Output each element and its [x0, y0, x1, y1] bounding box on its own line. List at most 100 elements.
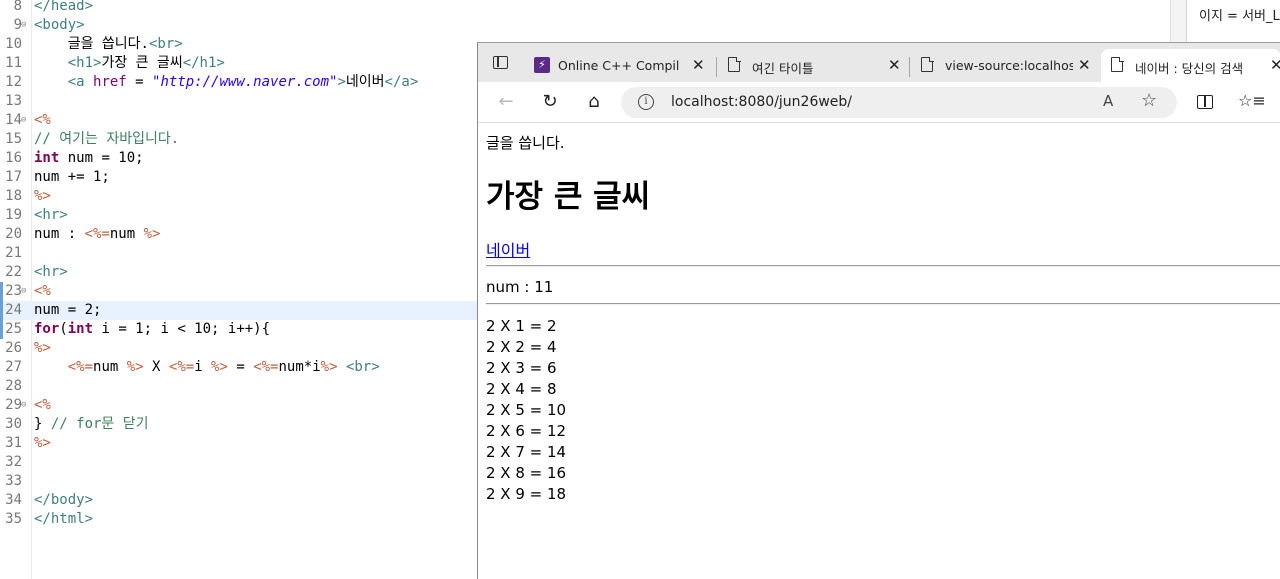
code-text: <% [34, 282, 51, 301]
code-text: for(int i = 1; i < 10; i++){ [34, 320, 270, 339]
code-token: num [93, 359, 127, 375]
fold-toggle-icon[interactable]: ⊖ [21, 396, 26, 415]
page-icon [728, 56, 744, 73]
line-number: 19 [5, 207, 22, 223]
code-token: num = 10; [59, 150, 144, 166]
change-marker [0, 282, 3, 301]
line-number: 9 [13, 17, 22, 33]
close-icon[interactable]: ✕ [1078, 56, 1091, 74]
reload-icon[interactable]: ↻ [538, 90, 562, 114]
multiplication-row: 2 X 1 = 2 [486, 317, 557, 335]
line-number: 31 [5, 435, 22, 451]
line-number: 29 [5, 397, 22, 413]
code-token: %> [126, 359, 144, 375]
code-token: <hr> [34, 264, 68, 280]
line-number: 8 [13, 0, 22, 14]
home-icon[interactable]: ⌂ [582, 90, 606, 114]
code-token: "http://www.naver.com" [152, 74, 338, 90]
code-token: <hr> [34, 207, 68, 223]
code-text: num = 2; [34, 301, 101, 320]
code-token: i [194, 359, 212, 375]
code-token: for [34, 321, 60, 337]
line-number: 28 [5, 378, 22, 394]
code-text: <hr> [34, 263, 68, 282]
code-token: X [143, 359, 169, 375]
address-bar[interactable]: i localhost:8080/jun26web/ A ☆ [621, 87, 1177, 118]
code-token: num [109, 226, 144, 242]
tab-label: Online C++ Compiler - [558, 58, 680, 73]
fold-toggle-icon[interactable]: ⊖ [21, 16, 26, 35]
line-number: 21 [5, 245, 22, 261]
page-viewport: 글을 씁니다. 가장 큰 글씨 네이버 num : 11 2 X 1 = 2 2 … [478, 123, 1280, 579]
tab-separator [909, 57, 910, 77]
line-number: 11 [5, 55, 22, 71]
code-token: %> [34, 340, 51, 356]
code-token: 글을 씁니다. [34, 36, 149, 52]
code-text: 글을 씁니다.<br> [34, 35, 183, 54]
code-token: <%= [84, 226, 110, 242]
code-text: %> [34, 434, 51, 453]
fold-toggle-icon[interactable]: ⊖ [21, 282, 26, 301]
tab-strip: ⚡ Online C++ Compiler - ✕ 여긴 타이틀 ✕ view-… [478, 43, 1280, 82]
read-aloud-icon[interactable]: A [1103, 92, 1113, 110]
tab-online-compiler[interactable]: ⚡ Online C++ Compiler - ✕ [524, 49, 714, 82]
code-token: %> [143, 226, 161, 242]
line-number: 25 [5, 321, 22, 337]
site-info-icon[interactable]: i [638, 94, 654, 110]
tab-actions-icon[interactable] [490, 53, 512, 75]
code-text: <% [34, 111, 51, 130]
multiplication-row: 2 X 2 = 4 [486, 338, 557, 356]
multiplication-row: 2 X 8 = 16 [486, 464, 567, 482]
code-token: <% [34, 112, 51, 128]
code-token: </body> [34, 492, 94, 508]
line-number: 20 [5, 226, 22, 242]
line-number: 13 [5, 93, 22, 109]
line-number: 26 [5, 340, 22, 356]
tab-label: 여긴 타이틀 [752, 61, 814, 76]
line-number: 35 [5, 511, 22, 527]
close-icon[interactable]: ✕ [888, 56, 901, 74]
code-token: <%= [168, 359, 195, 375]
multiplication-row: 2 X 6 = 12 [486, 422, 567, 440]
code-token: <body> [34, 17, 85, 33]
tab-label: view-source:localhost:80 [945, 58, 1073, 73]
tab-title-page[interactable]: 여긴 타이틀 ✕ [718, 49, 908, 82]
url-text[interactable]: localhost:8080/jun26web/ [671, 94, 852, 110]
change-marker [0, 301, 3, 320]
line-number: 12 [5, 74, 22, 90]
code-token: </html> [34, 511, 94, 527]
code-token: <% [34, 397, 51, 413]
code-token: %> [34, 188, 51, 204]
line-number: 23 [5, 283, 22, 299]
code-text: <body> [34, 16, 85, 35]
line-number: 22 [5, 264, 22, 280]
code-token: </a> [384, 74, 419, 90]
code-text: <h1>가장 큰 글씨</h1> [34, 54, 225, 73]
change-marker [0, 320, 3, 339]
line-number: 17 [5, 169, 22, 185]
code-token: <br> [148, 36, 183, 52]
code-token: num += 1; [34, 169, 110, 185]
close-icon[interactable]: ✕ [692, 56, 705, 74]
fold-toggle-icon[interactable]: ⊖ [21, 111, 26, 130]
close-icon[interactable]: ✕ [1270, 56, 1280, 74]
code-line[interactable]: 8 </head> [0, 0, 1170, 16]
back-arrow-icon[interactable]: ← [494, 90, 518, 114]
code-text: </body> [34, 491, 93, 510]
code-token: %> [34, 435, 51, 451]
favorite-star-icon[interactable]: ☆ [1141, 90, 1157, 111]
code-text: %> [34, 187, 51, 206]
split-screen-icon[interactable] [1197, 95, 1213, 109]
multiplication-row: 2 X 9 = 18 [486, 485, 567, 503]
tab-naver-active[interactable]: 네이버 : 당신의 검색 ✕ [1101, 49, 1280, 82]
page-icon [921, 56, 937, 73]
code-token: <h1> [67, 55, 102, 71]
naver-link[interactable]: 네이버 [486, 237, 530, 261]
favorites-bar-icon[interactable]: ☆≡ [1238, 91, 1266, 110]
code-text: </html> [34, 510, 93, 529]
code-line[interactable]: 9 ⊖ <body> [0, 16, 1170, 35]
code-text: <a href = "http://www.naver.com">네이버</a> [34, 73, 419, 92]
tab-view-source[interactable]: view-source:localhost:80 ✕ [911, 49, 1099, 82]
